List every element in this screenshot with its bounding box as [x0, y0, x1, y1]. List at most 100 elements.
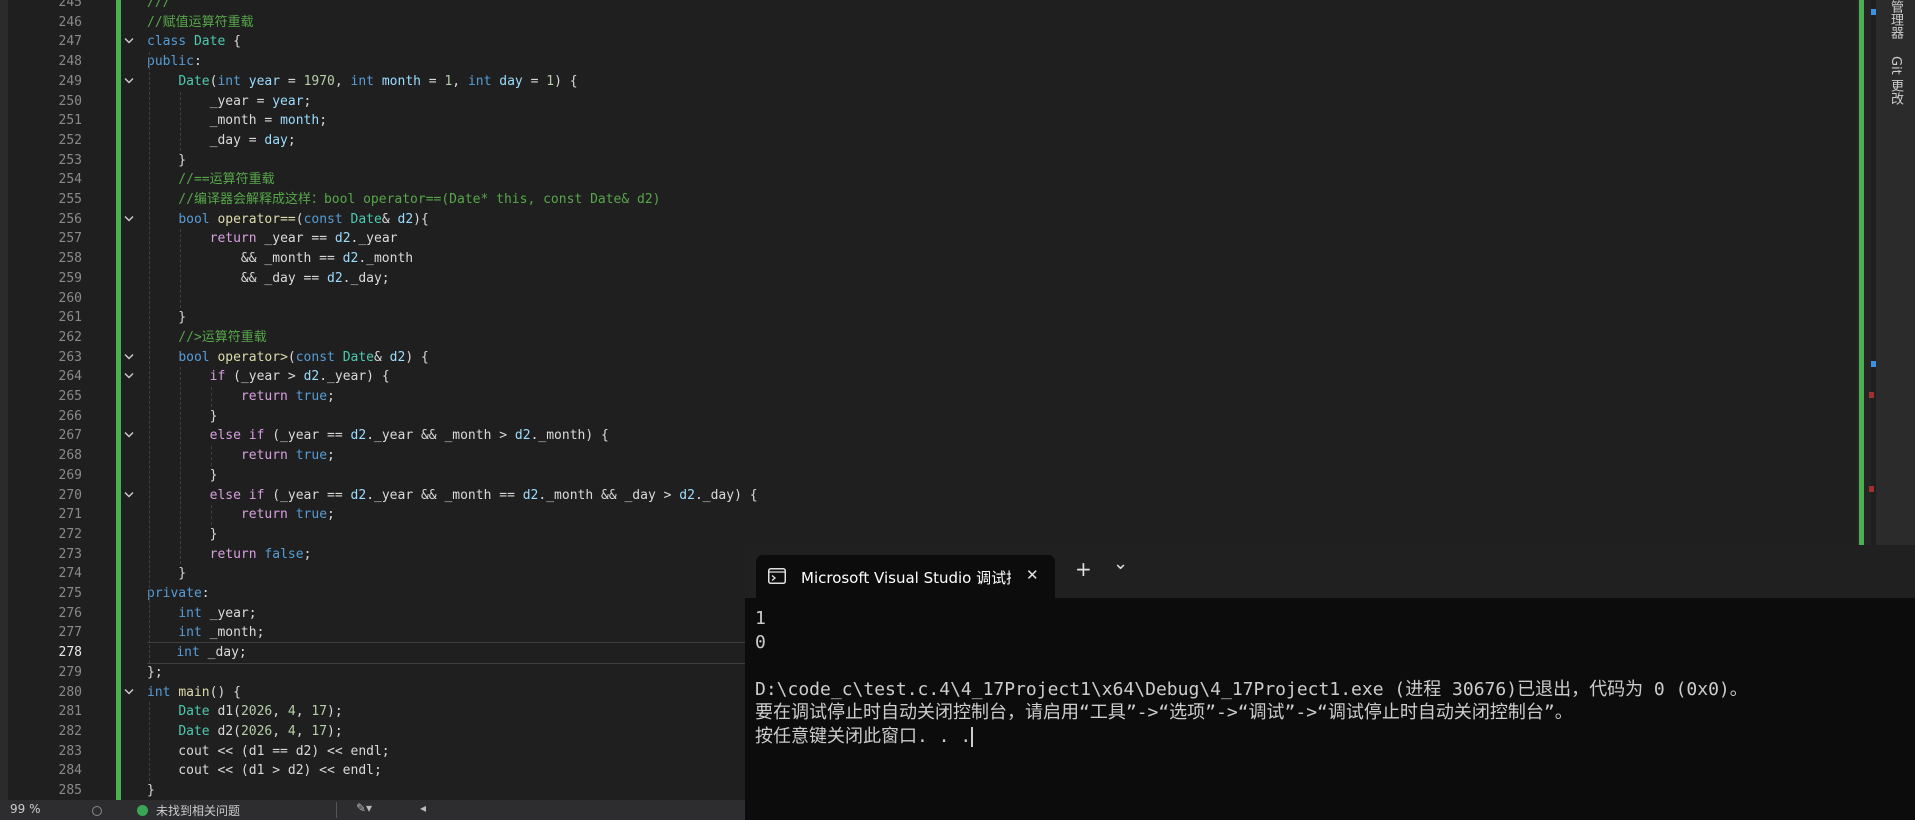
code-line[interactable]: /// — [147, 0, 170, 13]
code-token: int — [147, 684, 179, 700]
code-line[interactable]: //==运算符重载 — [147, 170, 275, 190]
code-line[interactable]: return true; — [147, 505, 335, 525]
code-line[interactable]: _day = day; — [147, 131, 296, 151]
line-number: 251 — [58, 113, 82, 129]
code-line[interactable]: return false; — [147, 545, 312, 565]
code-line[interactable]: int _month; — [147, 623, 264, 643]
code-token: ; — [327, 389, 335, 404]
console-output[interactable]: 10 D:\code_c\test.c.4\4_17Project1\x64\D… — [755, 607, 1748, 748]
code-line[interactable]: return true; — [147, 387, 335, 407]
collapse-chevron-icon[interactable] — [122, 683, 136, 703]
code-line[interactable]: private: — [147, 584, 210, 604]
line-number: 281 — [58, 704, 82, 720]
debug-console-window[interactable]: Microsoft Visual Studio 调试控 ✕ + ⌄ 10 D:\… — [745, 545, 1915, 820]
close-tab-icon[interactable]: ✕ — [1026, 566, 1039, 584]
code-token: ._year && _month == — [366, 487, 523, 503]
console-title-bar[interactable]: Microsoft Visual Studio 调试控 ✕ + ⌄ — [745, 545, 1915, 598]
code-line[interactable]: } — [147, 151, 186, 171]
code-line[interactable]: } — [147, 407, 218, 427]
code-line[interactable]: cout << (d1 == d2) << endl; — [147, 742, 389, 762]
editor-margin — [0, 0, 8, 820]
code-line[interactable]: } — [147, 564, 186, 584]
code-token: d2 — [679, 487, 695, 503]
arrow-icon[interactable]: ◂ — [420, 801, 426, 815]
code-line[interactable]: Date(int year = 1970, int month = 1, int… — [147, 72, 577, 92]
code-line[interactable]: //>运算符重载 — [147, 328, 267, 348]
code-token: return — [240, 507, 296, 523]
code-line[interactable]: //赋值运算符重载 — [147, 13, 254, 33]
code-token: } — [147, 408, 218, 424]
line-number: 253 — [58, 152, 82, 168]
new-tab-button[interactable]: + — [1075, 559, 1092, 579]
brush-icon[interactable]: ✎▾ — [356, 801, 372, 815]
code-line[interactable]: }; — [147, 663, 163, 683]
code-line[interactable]: return true; — [147, 446, 335, 466]
code-token: 4 — [287, 723, 296, 739]
code-line[interactable]: _month = month; — [147, 111, 327, 131]
line-number: 266 — [58, 408, 82, 424]
code-line[interactable]: else if (_year == d2._year && _month == … — [147, 486, 758, 506]
code-token: d2 — [350, 428, 367, 444]
zoom-level[interactable]: 99 % — [10, 802, 41, 816]
code-line[interactable]: int _day; — [147, 642, 746, 664]
collapse-chevron-icon[interactable] — [122, 72, 136, 92]
code-token: ._month) { — [530, 428, 609, 444]
line-number: 263 — [58, 349, 82, 365]
code-line[interactable]: cout << (d1 > d2) << endl; — [147, 761, 382, 781]
code-line[interactable]: else if (_year == d2._year && _month > d… — [147, 426, 609, 446]
code-token: (_year == — [272, 487, 351, 503]
code-line[interactable]: } — [147, 466, 218, 486]
code-token: month — [381, 73, 421, 89]
code-line[interactable]: class Date { — [147, 32, 241, 52]
collapse-chevron-icon[interactable] — [122, 210, 136, 230]
chevron-down-icon[interactable]: ⌄ — [1113, 553, 1128, 574]
scrollbar-marker — [1869, 486, 1874, 492]
code-token: , — [295, 704, 312, 720]
code-token: } — [147, 310, 187, 326]
code-token: true — [295, 389, 328, 404]
collapse-chevron-icon[interactable] — [122, 348, 136, 368]
code-line[interactable]: if (_year > d2._year) { — [147, 367, 390, 387]
code-token: //==运算符重载 — [147, 172, 275, 188]
code-token: Date — [178, 704, 218, 720]
code-line[interactable]: } — [147, 525, 218, 545]
indent-guide — [211, 387, 213, 407]
git-icon — [92, 806, 102, 816]
line-number: 267 — [58, 428, 82, 444]
code-token: d2 — [397, 211, 414, 227]
code-line[interactable]: bool operator==(const Date& d2){ — [147, 210, 429, 230]
code-line[interactable]: int main() { — [147, 683, 241, 703]
collapse-chevron-icon[interactable] — [122, 486, 136, 506]
line-number: 250 — [58, 93, 82, 109]
console-tab[interactable]: Microsoft Visual Studio 调试控 ✕ — [756, 555, 1055, 598]
code-line[interactable]: _year = year; — [147, 92, 312, 112]
code-line[interactable]: Date d1(2026, 4, 17); — [147, 702, 342, 722]
code-token: ); — [327, 723, 343, 739]
code-line[interactable]: bool operator>(const Date& d2) { — [147, 348, 429, 368]
code-token: Date — [193, 34, 226, 50]
code-line[interactable]: } — [147, 308, 186, 328]
code-token: year — [272, 93, 304, 109]
code-token: day — [499, 73, 523, 89]
code-token: false — [264, 546, 304, 562]
solution-explorer-tab[interactable]: 管理器 — [1886, 0, 1905, 39]
code-line[interactable]: && _month == d2._month — [147, 249, 413, 269]
git-changes-tab[interactable]: Git 更改 — [1886, 56, 1905, 105]
line-number: 277 — [58, 625, 82, 641]
collapse-chevron-icon[interactable] — [122, 32, 136, 52]
code-line[interactable]: Date d2(2026, 4, 17); — [147, 722, 343, 742]
collapse-chevron-icon[interactable] — [122, 367, 136, 387]
code-line[interactable]: } — [147, 781, 155, 800]
issues-status[interactable]: 未找到相关问题 — [156, 802, 240, 819]
collapse-chevron-icon[interactable] — [122, 426, 136, 446]
code-line[interactable]: && _day == d2._day; — [147, 269, 390, 289]
line-number: 246 — [58, 14, 82, 30]
code-line[interactable]: //编译器会解释成这样：bool operator==(Date* this, … — [147, 190, 660, 210]
code-line[interactable]: public: — [147, 52, 202, 72]
code-line[interactable]: return _year == d2._year — [147, 229, 398, 249]
code-token: d2 — [389, 349, 406, 365]
code-line[interactable]: int _year; — [147, 604, 256, 624]
